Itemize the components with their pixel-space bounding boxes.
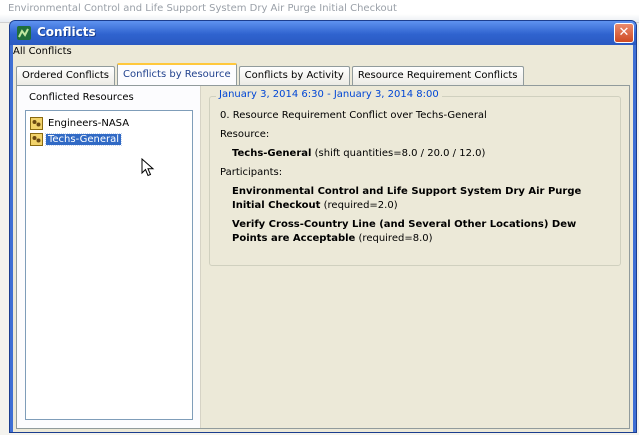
conflict-description: 0. Resource Requirement Conflict over Te… bbox=[220, 110, 487, 121]
all-conflicts-label: All Conflicts bbox=[13, 46, 72, 57]
app-icon bbox=[17, 26, 31, 40]
resource-name: Techs-General bbox=[232, 148, 312, 159]
resource-icon bbox=[30, 116, 43, 130]
list-item-techs-general[interactable]: Techs-General bbox=[30, 131, 122, 147]
close-icon: ✕ bbox=[618, 25, 630, 40]
title-bar[interactable]: Conflicts ✕ bbox=[10, 21, 636, 45]
window-client-area: All Conflicts Ordered Conflicts Conflict… bbox=[13, 45, 633, 432]
resource-entry: Techs-General (shift quantities=8.0 / 20… bbox=[220, 147, 610, 161]
participant-requirement: (required=2.0) bbox=[320, 200, 398, 211]
tab-content-panel: Conflicted Resources Engineers-NASA Tech… bbox=[16, 85, 630, 429]
conflicted-resources-pane: Conflicted Resources Engineers-NASA Tech… bbox=[17, 86, 200, 428]
conflict-detail-pane: January 3, 2014 6:30 - January 3, 2014 8… bbox=[205, 86, 629, 428]
resource-icon bbox=[30, 132, 43, 146]
tab-conflicts-by-resource[interactable]: Conflicts by Resource bbox=[117, 63, 237, 85]
conflicted-resources-header: Conflicted Resources bbox=[29, 92, 134, 103]
participant-requirement: (required=8.0) bbox=[355, 233, 433, 244]
tab-conflicts-by-activity[interactable]: Conflicts by Activity bbox=[238, 66, 350, 85]
conflict-group-box: January 3, 2014 6:30 - January 3, 2014 8… bbox=[209, 89, 621, 266]
close-button[interactable]: ✕ bbox=[614, 23, 634, 43]
background-window-text: Environmental Control and Life Support S… bbox=[8, 3, 397, 14]
tab-strip: Ordered Conflicts Conflicts by Resource … bbox=[16, 63, 526, 85]
conflict-details: 0. Resource Requirement Conflict over Te… bbox=[220, 109, 610, 246]
resource-label: Resource: bbox=[220, 129, 270, 140]
tab-resource-requirement-conflicts[interactable]: Resource Requirement Conflicts bbox=[351, 66, 524, 85]
list-item-label: Engineers-NASA bbox=[48, 117, 130, 129]
participant-entry: Environmental Control and Life Support S… bbox=[220, 185, 610, 213]
conflicts-window: Conflicts ✕ All Conflicts Ordered Confli… bbox=[9, 20, 637, 433]
resource-quantities: (shift quantities=8.0 / 20.0 / 12.0) bbox=[311, 148, 486, 159]
mouse-cursor-icon bbox=[141, 158, 155, 177]
participant-entry: Verify Cross-Country Line (and Several O… bbox=[220, 218, 610, 246]
window-title: Conflicts bbox=[37, 25, 96, 39]
list-item-engineers-nasa[interactable]: Engineers-NASA bbox=[30, 115, 131, 131]
participants-label: Participants: bbox=[220, 167, 283, 178]
conflicted-resources-list[interactable]: Engineers-NASA Techs-General bbox=[25, 110, 193, 420]
conflict-time-range: January 3, 2014 6:30 - January 3, 2014 8… bbox=[216, 89, 442, 100]
tab-ordered-conflicts[interactable]: Ordered Conflicts bbox=[16, 66, 116, 85]
participant-name: Environmental Control and Life Support S… bbox=[232, 186, 582, 211]
list-item-label: Techs-General bbox=[45, 132, 122, 146]
